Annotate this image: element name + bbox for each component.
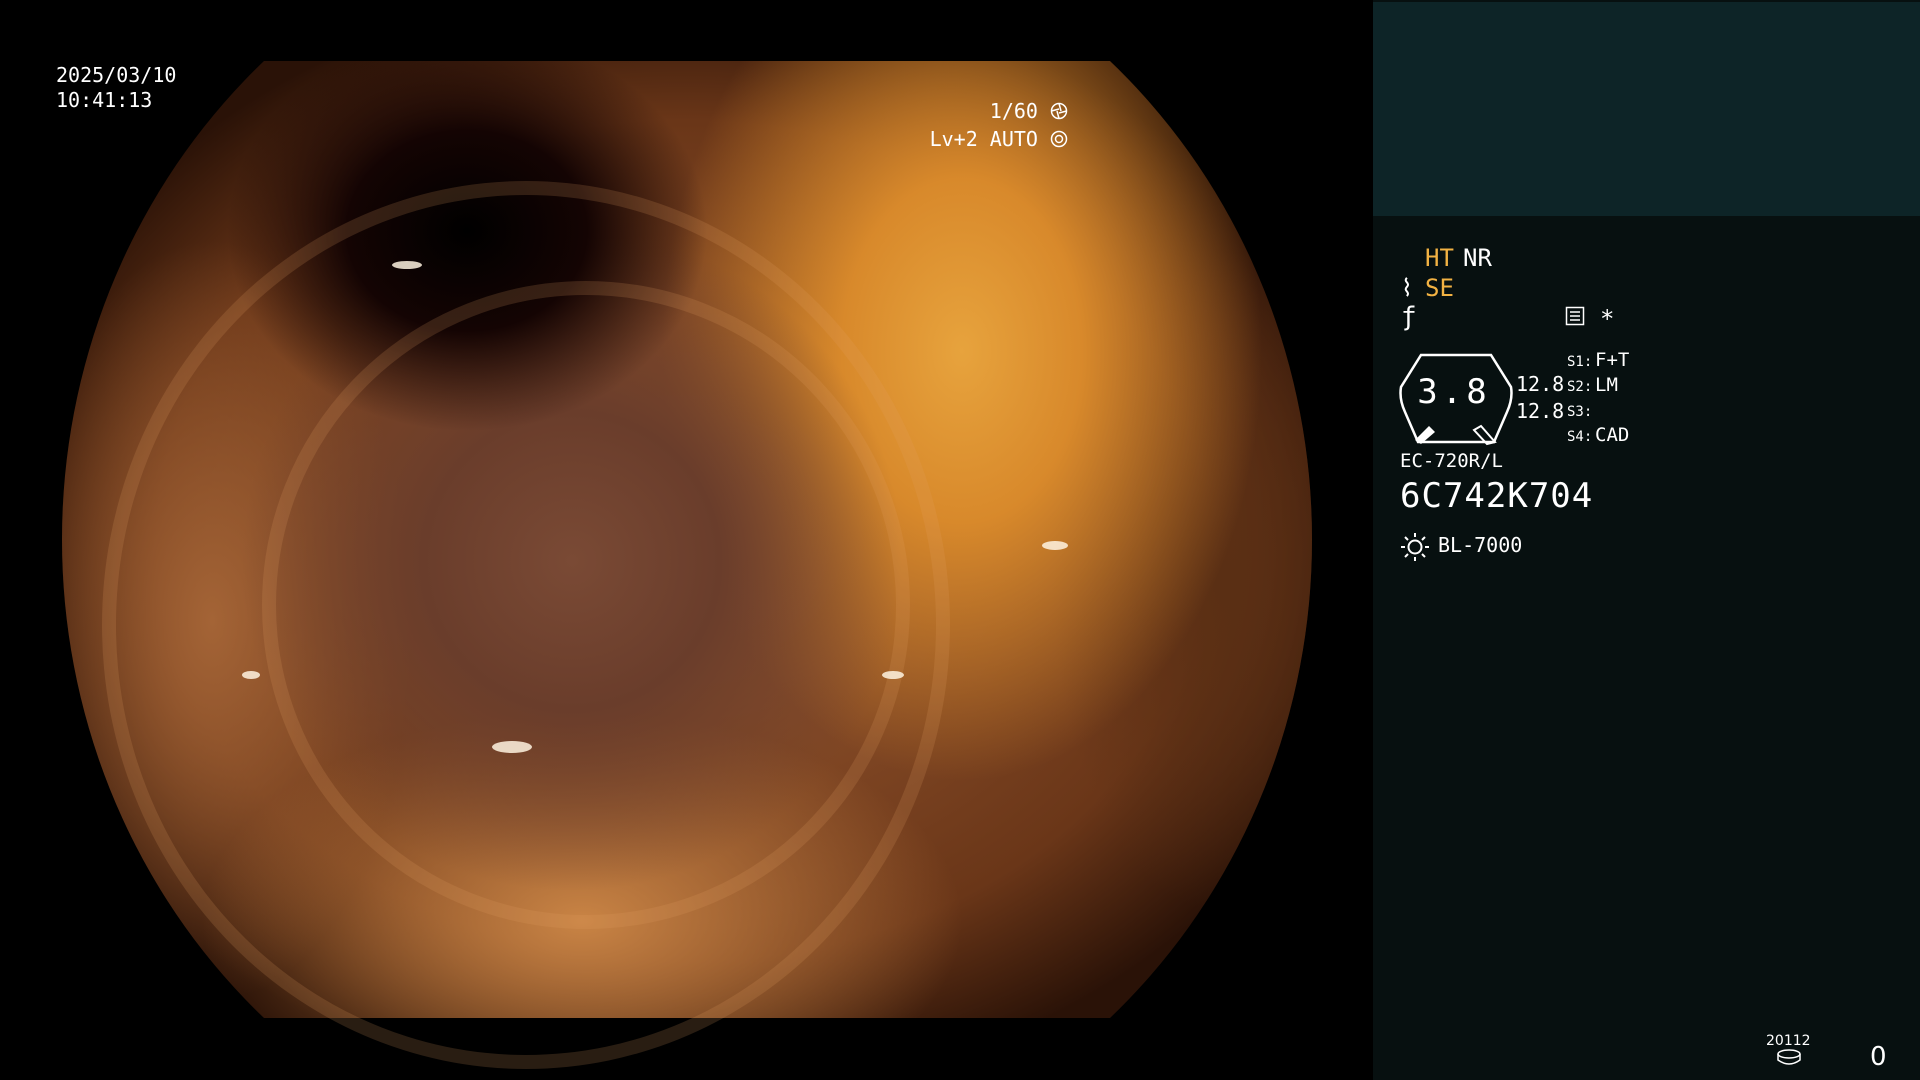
sub-value-2: 12.8 (1516, 399, 1565, 423)
iris-auto-icon (1050, 130, 1068, 148)
mucosal-fold (102, 181, 950, 1069)
info-panel: HT NR ⌇ SE ƒ * 3.8 12.8 12.8 S1: F+T S2:… (1373, 0, 1920, 1080)
light-reflection (1042, 541, 1068, 550)
counter-label: 20112 (1766, 1033, 1811, 1049)
memo-icon (1565, 306, 1585, 326)
video-area: 2025/03/10 10:41:13 1/60 Lv+2 AUTO (0, 0, 1373, 1080)
light-reflection (492, 741, 532, 753)
switch-4-key: S4: (1567, 429, 1593, 445)
light-reflection (392, 261, 422, 269)
scope-model: EC-720R/L (1400, 450, 1503, 472)
shutter-icon (1050, 102, 1068, 120)
light-reflection (882, 671, 904, 679)
iris-level-readout: Lv+2 AUTO (930, 127, 1068, 152)
shutter-readout: 1/60 (990, 99, 1068, 124)
switch-4-value: CAD (1595, 424, 1630, 446)
asterisk-mark: * (1600, 305, 1615, 333)
structure-enhance-icon: ⌇ (1401, 274, 1413, 302)
light-reflection (242, 671, 260, 679)
light-source-model: BL-7000 (1438, 533, 1523, 557)
endoscope-image (62, 61, 1312, 1069)
switch-2-key: S2: (1567, 379, 1593, 395)
storage-icon (1777, 1049, 1801, 1065)
iris-level: Lv+2 AUTO (929, 127, 1038, 151)
sub-monitor-area (1373, 2, 1920, 216)
switch-1-value: F+T (1595, 349, 1630, 371)
counter-value: 0 (1870, 1042, 1887, 1072)
color-mode-icon: ƒ (1401, 302, 1417, 332)
nr-indicator: NR (1463, 244, 1492, 272)
ht-indicator: HT (1425, 244, 1454, 272)
se-indicator: SE (1425, 274, 1454, 302)
light-source-icon (1401, 533, 1429, 561)
zoom-value: 3.8 (1417, 372, 1491, 412)
switch-2-value: LM (1595, 374, 1618, 396)
switch-3-key: S3: (1567, 404, 1593, 420)
switch-1-key: S1: (1567, 354, 1593, 370)
shutter-speed: 1/60 (989, 99, 1038, 123)
scope-serial: 6C742K704 (1400, 476, 1594, 516)
sub-value-1: 12.8 (1516, 372, 1565, 396)
exam-date: 2025/03/10 (56, 63, 177, 87)
exam-time: 10:41:13 (56, 88, 153, 112)
